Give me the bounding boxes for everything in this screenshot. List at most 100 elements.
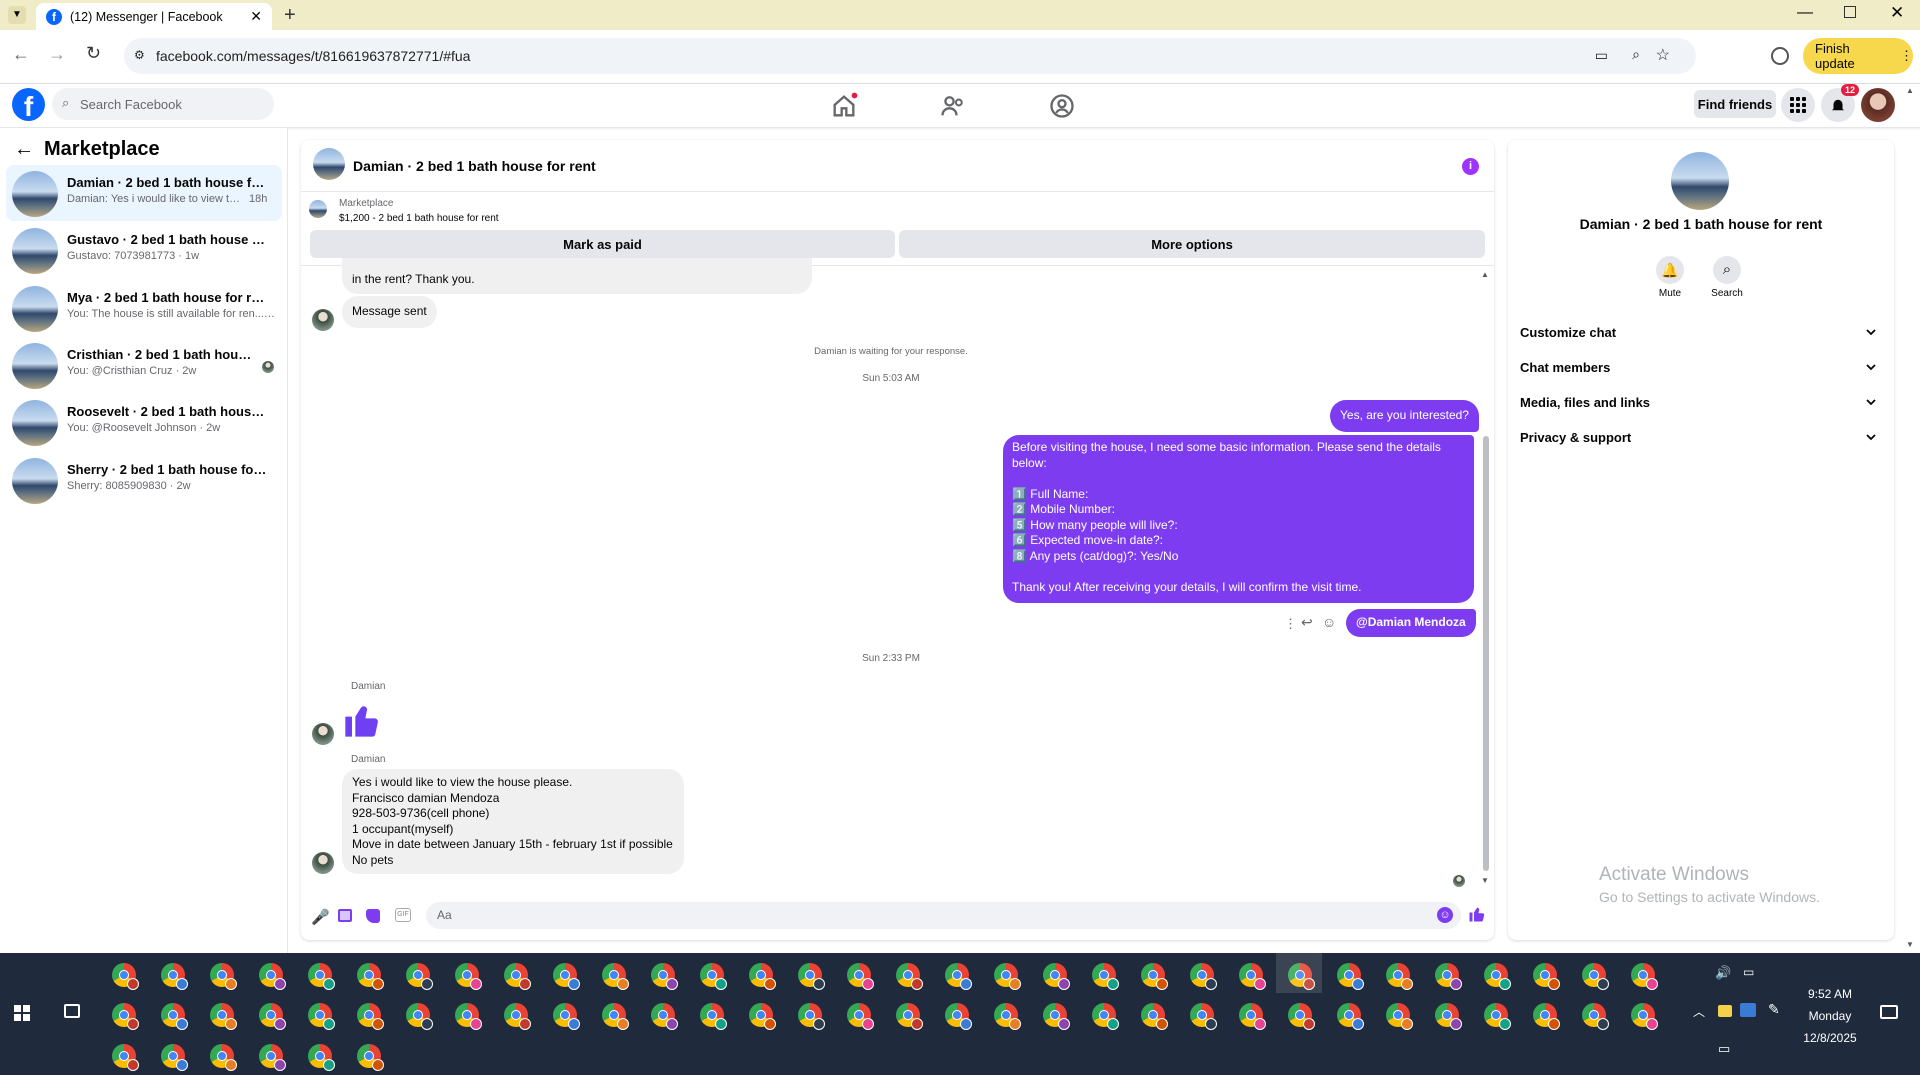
chat-header-avatar[interactable] <box>313 148 345 180</box>
chrome-profile-taskbar-icon[interactable] <box>1337 1003 1364 1030</box>
chrome-profile-taskbar-icon[interactable] <box>210 1003 237 1030</box>
chrome-profile-taskbar-icon[interactable] <box>994 1003 1021 1030</box>
close-window-icon[interactable]: ✕ <box>1890 3 1904 23</box>
chrome-profile-taskbar-icon[interactable] <box>1141 963 1168 990</box>
chrome-profile-taskbar-icon[interactable] <box>1190 1003 1217 1030</box>
chrome-profile-taskbar-icon[interactable] <box>553 1003 580 1030</box>
message-input[interactable]: Aa ☺ <box>426 902 1461 929</box>
chrome-profile-taskbar-icon[interactable] <box>1092 963 1119 990</box>
chrome-profile-taskbar-icon[interactable] <box>700 963 727 990</box>
page-scroll-up-icon[interactable]: ▲ <box>1906 86 1914 95</box>
conversation-item[interactable]: Roosevelt · 2 bed 1 bath house for ... Y… <box>6 394 282 450</box>
chrome-profile-taskbar-icon[interactable] <box>161 963 188 990</box>
reply-icon[interactable]: ↩ <box>1301 614 1313 631</box>
chrome-profile-taskbar-icon[interactable] <box>210 1044 237 1071</box>
chrome-profile-taskbar-icon[interactable] <box>1141 1003 1168 1030</box>
back-arrow-icon[interactable]: ← <box>14 138 34 161</box>
chrome-profile-taskbar-icon[interactable] <box>308 963 335 990</box>
chrome-profile-taskbar-icon[interactable] <box>455 963 482 990</box>
new-tab-icon[interactable]: + <box>284 4 296 27</box>
chrome-profile-taskbar-icon[interactable] <box>357 1003 384 1030</box>
chrome-profile-taskbar-icon[interactable] <box>602 1003 629 1030</box>
chrome-profile-taskbar-icon[interactable] <box>308 1044 335 1071</box>
chrome-profile-taskbar-icon[interactable] <box>798 1003 825 1030</box>
conversation-item[interactable]: Cristhian · 2 bed 1 bath house fo... You… <box>6 337 282 393</box>
chrome-profile-taskbar-icon[interactable] <box>210 963 237 990</box>
chrome-profile-taskbar-icon[interactable] <box>308 1003 335 1030</box>
gif-icon[interactable]: GIF <box>395 908 411 922</box>
chrome-profile-taskbar-icon[interactable] <box>994 963 1021 990</box>
search-input[interactable]: ⌕ Search Facebook <box>52 88 274 120</box>
photo-icon[interactable] <box>338 909 352 922</box>
chrome-profile-taskbar-icon[interactable] <box>112 1003 139 1030</box>
chrome-profile-taskbar-icon[interactable] <box>1190 963 1217 990</box>
system-clock[interactable]: 9:52 AM Monday 12/8/2025 <box>1780 983 1880 1049</box>
notification-center-icon[interactable] <box>1880 1005 1898 1019</box>
bookmark-star-icon[interactable]: ☆ <box>1656 45 1670 65</box>
find-friends-button[interactable]: Find friends <box>1694 90 1776 118</box>
tray-app-icon[interactable] <box>1718 1005 1732 1017</box>
emoji-icon[interactable]: ☺ <box>1437 907 1453 923</box>
menu-grid-icon[interactable] <box>1781 88 1815 122</box>
conversation-item[interactable]: Sherry · 2 bed 1 bath house for rent She… <box>6 452 282 508</box>
chrome-profile-taskbar-icon[interactable] <box>1582 963 1609 990</box>
chrome-profile-taskbar-icon[interactable] <box>553 963 580 990</box>
chrome-profile-taskbar-icon[interactable] <box>1435 963 1462 990</box>
chrome-profile-taskbar-icon[interactable] <box>1288 1003 1315 1030</box>
listing-thumbnail[interactable] <box>309 200 327 218</box>
scrollbar-up-icon[interactable]: ▲ <box>1481 270 1489 279</box>
pen-icon[interactable]: ✎ <box>1768 1001 1780 1018</box>
voice-clip-icon[interactable]: 🎤 <box>311 908 330 926</box>
tab-list-chevron-icon[interactable]: ▼ <box>8 6 26 24</box>
facebook-logo-icon[interactable]: f <box>12 88 45 122</box>
chrome-profile-taskbar-icon[interactable] <box>847 1003 874 1030</box>
chrome-profile-taskbar-icon[interactable] <box>1043 963 1070 990</box>
chrome-profile-taskbar-icon[interactable] <box>161 1044 188 1071</box>
chat-header-title[interactable]: Damian · 2 bed 1 bath house for rent <box>353 158 596 174</box>
listing-price[interactable]: $1,200 - 2 bed 1 bath house for rent <box>339 213 499 224</box>
chrome-profile-taskbar-icon[interactable] <box>651 963 678 990</box>
page-scroll-down-icon[interactable]: ▼ <box>1906 940 1914 949</box>
url-field[interactable]: ⚙ facebook.com/messages/t/81661963787277… <box>124 38 1696 74</box>
details-avatar[interactable] <box>1671 152 1729 210</box>
chrome-profile-taskbar-icon[interactable] <box>945 1003 972 1030</box>
conversation-item[interactable]: Damian · 2 bed 1 bath house for re... Da… <box>6 165 282 221</box>
chrome-profile-taskbar-icon[interactable] <box>259 1044 286 1071</box>
conversation-item[interactable]: Gustavo · 2 bed 1 bath house for r... Gu… <box>6 222 282 278</box>
minimize-icon[interactable]: — <box>1797 4 1813 22</box>
chrome-profile-taskbar-icon[interactable] <box>1337 963 1364 990</box>
chrome-profile-taskbar-icon[interactable] <box>1533 963 1560 990</box>
customize-chat-item[interactable]: Customize chat <box>1520 325 1882 345</box>
show-hidden-icons-chevron-icon[interactable]: ︿ <box>1693 1003 1705 1020</box>
forward-icon[interactable]: → <box>48 44 66 65</box>
chat-members-item[interactable]: Chat members <box>1520 360 1882 380</box>
home-icon[interactable] <box>830 92 858 120</box>
chrome-profile-taskbar-icon[interactable] <box>1386 1003 1413 1030</box>
chrome-profile-taskbar-icon[interactable] <box>504 963 531 990</box>
tab-messenger[interactable]: f (12) Messenger | Facebook ✕ <box>36 3 272 30</box>
sticker-icon[interactable] <box>366 909 380 923</box>
search-chat-button[interactable]: ⌕ <box>1713 256 1741 284</box>
chrome-profile-taskbar-icon[interactable] <box>1484 963 1511 990</box>
site-info-icon[interactable]: ⚙ <box>134 48 145 62</box>
zoom-icon[interactable]: ⌕ <box>1632 46 1640 63</box>
display-icon[interactable]: ▭ <box>1718 1041 1730 1057</box>
friends-icon[interactable] <box>939 92 967 120</box>
scrollbar-thumb[interactable] <box>1483 436 1489 871</box>
mark-as-paid-button[interactable]: Mark as paid <box>310 230 895 258</box>
install-icon[interactable]: ▭ <box>1595 47 1608 64</box>
finish-update-button[interactable]: Finish update ⋮ <box>1803 38 1913 74</box>
more-actions-icon[interactable]: ⋮ <box>1284 616 1297 632</box>
back-icon[interactable]: ← <box>12 44 30 65</box>
close-tab-icon[interactable]: ✕ <box>250 8 262 25</box>
react-emoji-icon[interactable]: ☺ <box>1322 614 1336 630</box>
chrome-profile-taskbar-icon[interactable] <box>504 1003 531 1030</box>
chrome-profile-taskbar-icon[interactable] <box>1386 963 1413 990</box>
chrome-profile-taskbar-icon[interactable] <box>1239 963 1266 990</box>
mute-button[interactable]: 🔔 <box>1656 256 1684 284</box>
chrome-profile-taskbar-icon[interactable] <box>945 963 972 990</box>
chrome-profile-taskbar-icon[interactable] <box>700 1003 727 1030</box>
chrome-profile-taskbar-icon[interactable] <box>1533 1003 1560 1030</box>
notifications-bell-icon[interactable]: 12 <box>1821 84 1860 122</box>
media-files-links-item[interactable]: Media, files and links <box>1520 395 1882 415</box>
